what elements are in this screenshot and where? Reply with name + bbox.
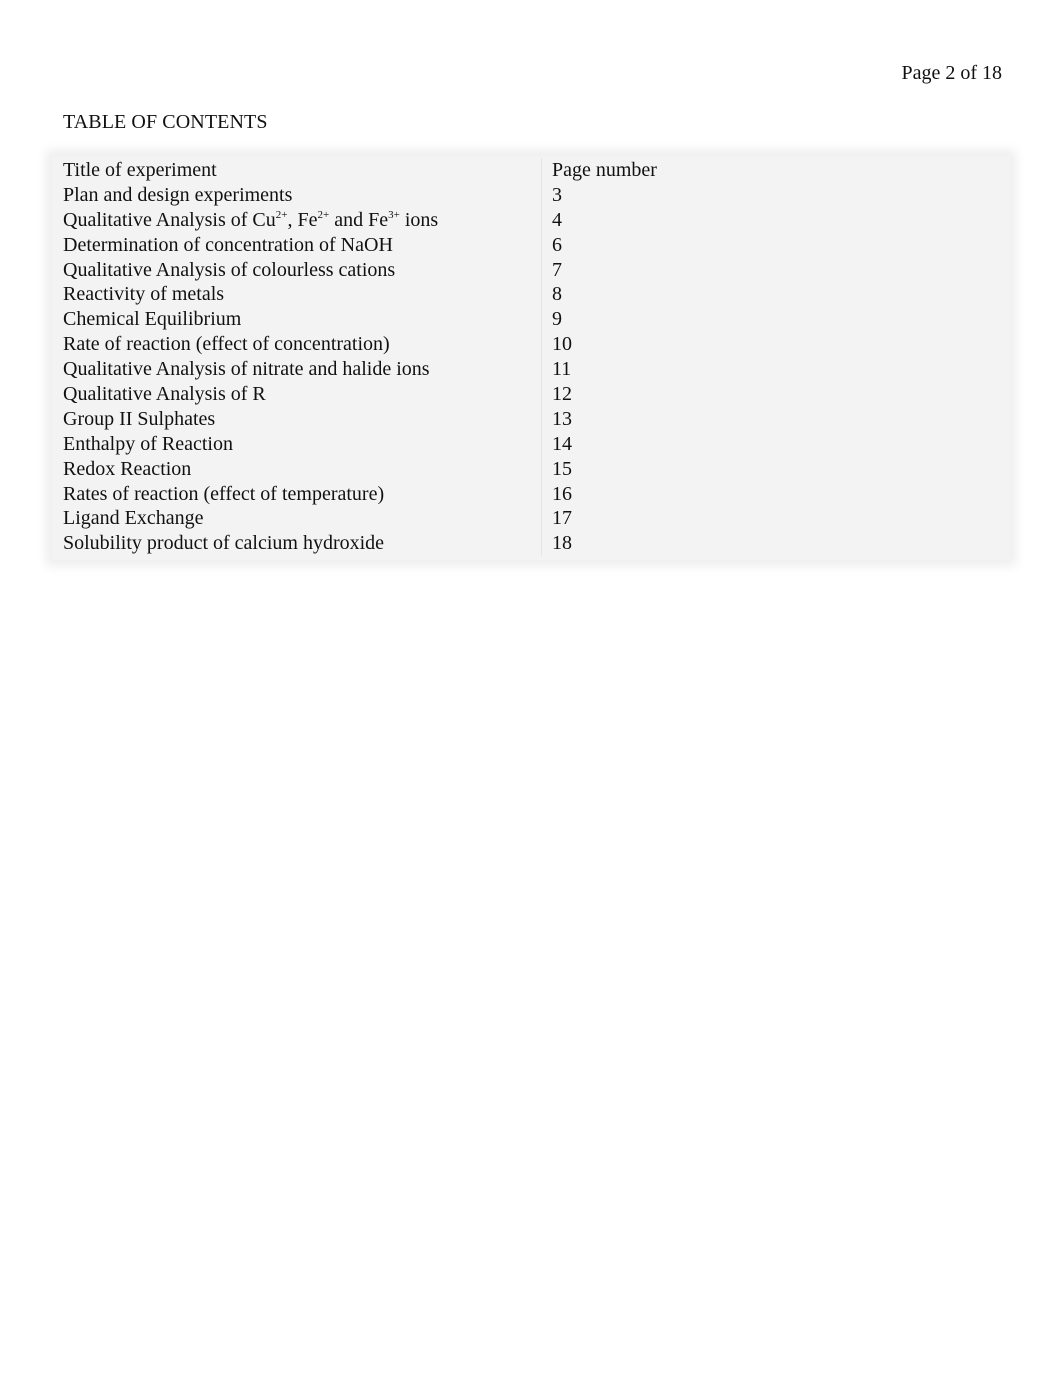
title-text: and Fe <box>329 208 389 231</box>
charge-superscript: 3+ <box>388 208 400 221</box>
toc-table: Title of experiment Page number Plan and… <box>52 156 1010 561</box>
page-number: 9 <box>541 307 1010 333</box>
toc-row: Rates of reaction (effect of temperature… <box>52 481 1010 507</box>
toc-row: Qualitative Analysis of R 12 <box>52 382 1010 407</box>
toc-row: Redox Reaction 15 <box>52 456 1010 482</box>
experiment-title: Qualitative Analysis of colourless catio… <box>63 258 396 281</box>
page-number: 8 <box>541 282 1010 308</box>
experiment-title: Rate of reaction (effect of concentratio… <box>63 333 390 356</box>
experiment-title: Rates of reaction (effect of temperature… <box>63 482 385 505</box>
experiment-title: Enthalpy of Reaction <box>63 432 233 455</box>
experiment-title: Determination of concentration of NaOH <box>63 233 393 256</box>
page-number: 7 <box>541 257 1010 283</box>
toc-header-row: Title of experiment Page number <box>52 158 1010 183</box>
experiment-title: Plan and design experiments <box>63 183 293 206</box>
experiment-title: Reactivity of metals <box>63 283 225 306</box>
toc-row: Plan and design experiments 3 <box>52 182 1010 208</box>
title-text: ions <box>399 208 439 231</box>
title-text: , Fe <box>287 208 318 231</box>
toc-row: Solubility product of calcium hydroxide … <box>52 531 1010 557</box>
page-number: 16 <box>541 481 1010 507</box>
column-header-title: Title of experiment <box>63 159 217 181</box>
page-number: 6 <box>541 232 1010 258</box>
experiment-title: Qualitative Analysis of nitrate and hali… <box>63 358 430 381</box>
charge-superscript: 2+ <box>317 208 330 221</box>
toc-row: Enthalpy of Reaction 14 <box>52 431 1010 457</box>
charge-superscript: 2+ <box>275 208 288 221</box>
toc-row: Qualitative Analysis of Cu2+, Fe2+ and F… <box>52 207 1010 233</box>
experiment-title: Redox Reaction <box>63 457 192 480</box>
page-number: 13 <box>541 406 1010 432</box>
toc-row: Chemical Equilibrium 9 <box>52 307 1010 333</box>
toc-row: Rate of reaction (effect of concentratio… <box>52 332 1010 358</box>
page-number: 14 <box>541 431 1010 457</box>
experiment-title: Ligand Exchange <box>63 507 204 530</box>
experiment-title: Chemical Equilibrium <box>63 308 242 331</box>
experiment-title: Group II Sulphates <box>63 407 216 430</box>
column-header-page: Page number <box>541 158 1010 183</box>
toc-row: Ligand Exchange 17 <box>52 506 1010 532</box>
toc-row: Group II Sulphates 13 <box>52 406 1010 432</box>
page-number: 15 <box>541 456 1010 482</box>
title-text: Qualitative Analysis of Cu <box>63 208 276 231</box>
toc-row: Reactivity of metals 8 <box>52 282 1010 308</box>
toc-heading: TABLE OF CONTENTS <box>63 111 268 133</box>
page-number: 11 <box>541 357 1010 383</box>
toc-row: Qualitative Analysis of nitrate and hali… <box>52 357 1010 383</box>
page-number: 3 <box>541 182 1010 208</box>
page-number: 17 <box>541 506 1010 532</box>
page-number: 4 <box>541 207 1010 233</box>
toc-row: Qualitative Analysis of colourless catio… <box>52 257 1010 283</box>
toc-row: Determination of concentration of NaOH 6 <box>52 232 1010 258</box>
experiment-title: Solubility product of calcium hydroxide <box>63 532 385 555</box>
page-indicator: Page 2 of 18 <box>901 62 1002 84</box>
page-number: 12 <box>541 382 1010 407</box>
experiment-title: Qualitative Analysis of R <box>63 383 266 406</box>
page-number: 10 <box>541 332 1010 358</box>
page-number: 18 <box>541 531 1010 557</box>
experiment-title: Qualitative Analysis of Cu2+, Fe2+ and F… <box>52 208 541 233</box>
